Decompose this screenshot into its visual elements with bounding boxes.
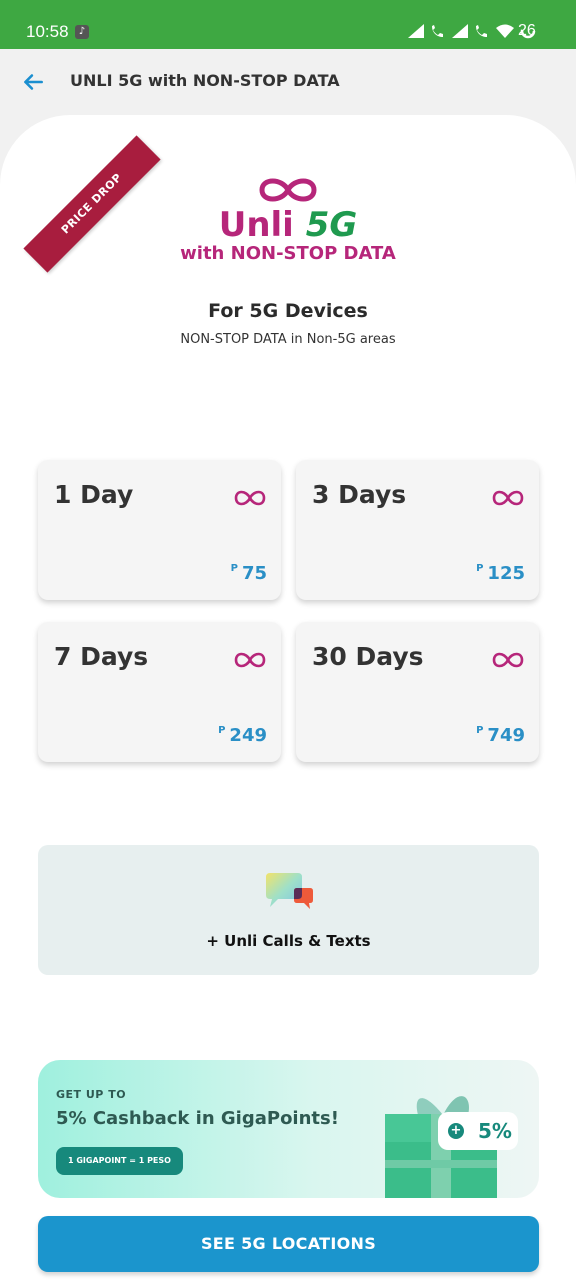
plan-card-1-day[interactable]: 1 Day P 75 [38,460,281,600]
plan-price: P 75 [231,563,267,584]
status-time: 10:58 [26,22,69,41]
wifi-calling-icon [432,25,443,37]
status-icons [408,23,536,39]
back-arrow-icon[interactable] [20,69,46,95]
wifi-calling-icon-2 [476,25,487,37]
infinity-icon [234,652,266,668]
plan-duration: 1 Day [54,480,134,509]
infinity-icon [492,652,524,668]
infinity-icon [234,490,266,506]
price-value: 125 [487,563,525,584]
chat-bubbles-icon [266,873,313,909]
plan-card-30-days[interactable]: 30 Days P 749 [296,622,539,762]
plan-card-7-days[interactable]: 7 Days P 249 [38,622,281,762]
cashback-up-to: GET UP TO [56,1088,127,1101]
plan-card-3-days[interactable]: 3 Days P 125 [296,460,539,600]
status-bar: 10:58 ♪ 26 [0,0,576,49]
plan-price: P 125 [476,563,525,584]
price-value: 75 [241,563,267,584]
currency-symbol: P [476,563,484,574]
wifi-icon [496,24,514,38]
currency-symbol: P [230,563,238,574]
brand-unli: Unli 5G [0,205,576,245]
signal-icon-2 [452,24,468,38]
cashback-tag: + 5% [438,1112,518,1150]
brand-unli-text: Unli [218,205,294,245]
currency-symbol: P [476,725,484,736]
battery-level: 26 [518,22,536,39]
plan-price: P 249 [218,725,267,746]
calls-texts-label: + Unli Calls & Texts [206,932,371,950]
see-5g-locations-button[interactable]: SEE 5G LOCATIONS [38,1216,539,1272]
plan-duration: 30 Days [312,642,424,671]
plan-duration: 7 Days [54,642,149,671]
page-title: UNLI 5G with NON-STOP DATA [70,71,340,90]
brand-5g-text: 5G [305,205,358,245]
infinity-logo-icon [259,178,317,202]
cashback-percent: 5% [478,1119,512,1143]
plan-price: P 749 [476,725,525,746]
app-bar: UNLI 5G with NON-STOP DATA [0,49,576,115]
devices-info: For 5G Devices NON-STOP DATA in Non-5G a… [0,300,576,347]
currency-symbol: P [218,725,226,736]
content-sheet: PRICE DROP Unli 5G with NON-STOP DATA Fo… [0,115,576,1280]
calls-texts-panel: + Unli Calls & Texts [38,845,539,975]
brand-subtitle: with NON-STOP DATA [180,243,396,264]
devices-subtext: NON-STOP DATA in Non-5G areas [180,332,396,347]
cashback-banner[interactable]: GET UP TO 5% Cashback in GigaPoints! 1 G… [38,1060,539,1198]
gigapoint-chip: 1 GIGAPOINT = 1 PESO [56,1147,183,1175]
infinity-icon [492,490,524,506]
price-value: 249 [229,725,267,746]
plus-icon: + [448,1123,464,1139]
tiktok-notification-icon: ♪ [75,25,89,39]
cashback-headline: 5% Cashback in GigaPoints! [56,1108,339,1129]
devices-heading: For 5G Devices [208,300,368,322]
plan-duration: 3 Days [312,480,407,509]
brand-logo: Unli 5G with NON-STOP DATA [0,173,576,264]
signal-icon [408,24,424,38]
price-value: 749 [487,725,525,746]
